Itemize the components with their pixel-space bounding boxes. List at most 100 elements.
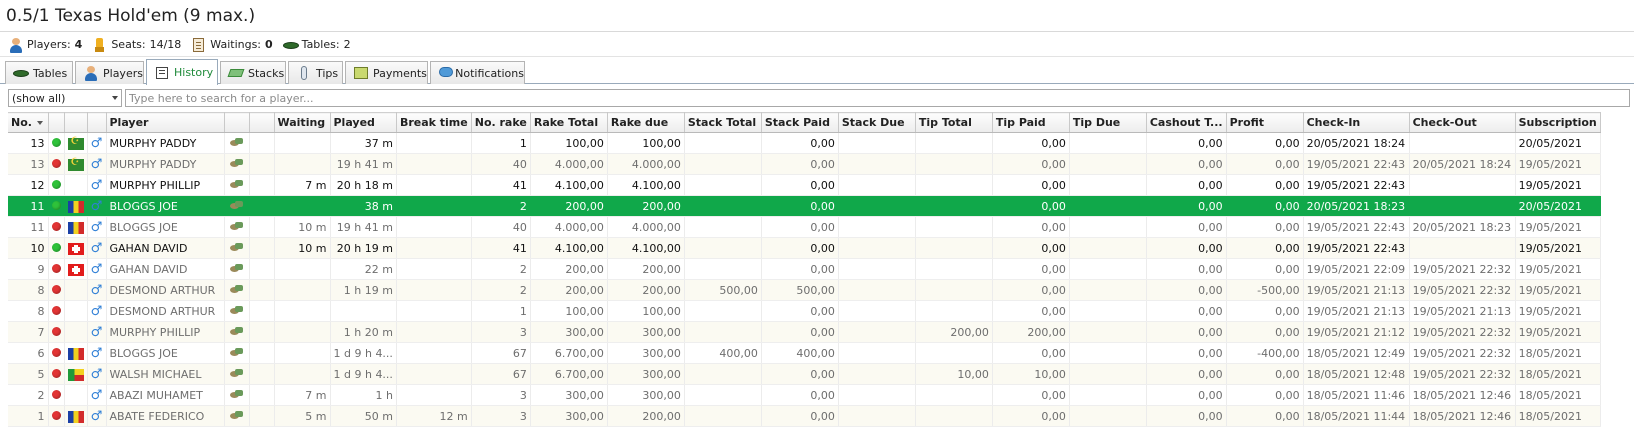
cell-status <box>48 342 65 364</box>
offline-status-icon <box>51 347 61 357</box>
cell-status <box>48 174 65 196</box>
cell-stack-total <box>684 405 762 427</box>
table-row[interactable]: 8 ♂ DESMOND ARTHUR 1 h 19 m 2 200,00 200,00 500… <box>8 279 1601 301</box>
cell-tip-paid: 0,00 <box>992 258 1070 280</box>
filter-bar: (show all) <box>0 86 1634 111</box>
cell-status <box>48 237 65 259</box>
table-row[interactable]: 11 ♂ BLOGGS JOE 10 m 19 h 41 m 40 4.000,00 4.00… <box>8 216 1601 238</box>
col-no-rake[interactable]: No. rake <box>471 112 531 133</box>
tab-stacks[interactable]: Stacks <box>220 61 286 84</box>
col-stack-total[interactable]: Stack Total <box>684 112 762 133</box>
chips-icon[interactable] <box>229 347 244 357</box>
chips-icon[interactable] <box>229 200 244 210</box>
cell-tip-due <box>1069 279 1147 301</box>
col-status[interactable] <box>48 112 65 133</box>
cell-check-in: 18/05/2021 11:46 <box>1303 384 1410 406</box>
tab-payments[interactable]: Payments <box>345 61 428 84</box>
cell-stack-paid: 0,00 <box>761 153 839 175</box>
chips-icon[interactable] <box>229 179 244 189</box>
cell-flag <box>64 195 88 217</box>
col-rake-due[interactable]: Rake due <box>607 112 685 133</box>
male-icon: ♂ <box>90 324 103 340</box>
male-icon: ♂ <box>90 408 103 424</box>
table-row[interactable]: 2 ♂ ABAZI MUHAMET 7 m1 h 3 300,00 300,00 0,00 0,… <box>8 384 1601 406</box>
chips-icon[interactable] <box>229 158 244 168</box>
cell-subscription: 18/05/2021 <box>1515 342 1601 364</box>
history-grid[interactable]: No. Player Waiting Played Break time No.… <box>8 112 1634 441</box>
cell-stack-paid: 0,00 <box>761 132 839 154</box>
tab-tips[interactable]: Tips <box>288 61 343 84</box>
cell-chips <box>224 216 250 238</box>
col-cashout-total[interactable]: Cashout T... <box>1146 112 1227 133</box>
cell-stack-due <box>838 153 916 175</box>
chevron-down-icon[interactable] <box>112 96 118 100</box>
col-check-out[interactable]: Check-Out <box>1409 112 1516 133</box>
cell-waiting <box>274 321 331 343</box>
chips-icon[interactable] <box>229 221 244 231</box>
cell-break-time <box>396 300 472 322</box>
chips-icon[interactable] <box>229 389 244 399</box>
col-subscription[interactable]: Subscription <box>1515 112 1601 133</box>
cell-played: 38 m <box>330 195 397 217</box>
cell-status <box>48 216 65 238</box>
table-row[interactable]: 1 ♂ ABATE FEDERICO 5 m 50 m 12 m 3 300,00 200,00… <box>8 405 1601 427</box>
col-stack-paid[interactable]: Stack Paid <box>761 112 839 133</box>
col-tip-paid[interactable]: Tip Paid <box>992 112 1070 133</box>
col-chips[interactable] <box>224 112 250 133</box>
col-waiting[interactable]: Waiting <box>274 112 331 133</box>
tab-history[interactable]: History <box>146 59 218 85</box>
chips-icon[interactable] <box>229 137 244 147</box>
cell-player: MURPHY PHILLIP <box>106 174 225 196</box>
tab-notifications[interactable]: Notifications <box>430 61 525 84</box>
tips-icon <box>296 65 312 81</box>
col-player[interactable]: Player <box>106 112 225 133</box>
col-check-in[interactable]: Check-In <box>1303 112 1410 133</box>
cell-chips <box>224 300 250 322</box>
cell-stack-due <box>838 279 916 301</box>
tab-players[interactable]: Players <box>75 61 144 84</box>
col-extra[interactable] <box>249 112 275 133</box>
table-row[interactable]: 6 ♂ BLOGGS JOE 1 d 9 h 4... 67 6.700,00 300,00… <box>8 342 1601 364</box>
table-row[interactable]: 11 ♂ BLOGGS JOE 38 m 2 200,00 200,00 0,00 0,00 0,… <box>8 195 1601 217</box>
chips-icon[interactable] <box>229 305 244 315</box>
cell-gender: ♂ <box>87 132 107 154</box>
col-tip-due[interactable]: Tip Due <box>1069 112 1147 133</box>
chips-icon[interactable] <box>229 242 244 252</box>
col-profit[interactable]: Profit <box>1226 112 1304 133</box>
filter-select[interactable]: (show all) <box>8 89 122 107</box>
col-gender[interactable] <box>87 112 107 133</box>
cell-cashout-total: 0,00 <box>1146 300 1227 322</box>
col-break-time[interactable]: Break time <box>396 112 472 133</box>
chips-icon[interactable] <box>229 368 244 378</box>
col-rake-total[interactable]: Rake Total <box>530 112 608 133</box>
table-row[interactable]: 12 ♂ MURPHY PHILLIP 7 m 20 h 18 m 41 4.100,00 4… <box>8 174 1601 196</box>
mauritania-flag-icon <box>67 136 84 150</box>
chips-icon[interactable] <box>229 410 244 420</box>
table-row[interactable]: 7 ♂ MURPHY PHILLIP 1 h 20 m 3 300,00 300,00 0,0… <box>8 321 1601 343</box>
switzerland-flag-icon <box>67 242 84 255</box>
table-row[interactable]: 8 ♂ DESMOND ARTHUR 1 100,00 100,00 0,00 0,00 0,0… <box>8 300 1601 322</box>
cell-stack-due <box>838 300 916 322</box>
player-search-input[interactable] <box>125 89 1630 107</box>
cell-stack-due <box>838 132 916 154</box>
chips-icon[interactable] <box>229 284 244 294</box>
chips-icon[interactable] <box>229 326 244 336</box>
col-stack-due[interactable]: Stack Due <box>838 112 916 133</box>
tab-tables[interactable]: Tables <box>5 61 73 84</box>
table-row[interactable]: 13♂MURPHY PADDY19 h 41 m404.000,004.000,… <box>8 153 1601 175</box>
cell-rake-total: 200,00 <box>530 258 608 280</box>
cell-no-rake: 41 <box>471 174 531 196</box>
table-row[interactable]: 5 ♂ WALSH MICHAEL 1 d 9 h 4... 67 6.700,00 300… <box>8 363 1601 385</box>
cell-cashout-total: 0,00 <box>1146 132 1227 154</box>
cell-waiting <box>274 342 331 364</box>
table-row[interactable]: 9 ♂ GAHAN DAVID 22 m 2 200,00 200,00 0,00 0,00 0,… <box>8 258 1601 280</box>
cell-tip-total: 200,00 <box>915 321 993 343</box>
cell-tip-due <box>1069 174 1147 196</box>
table-row[interactable]: 10 ♂ GAHAN DAVID 10 m 20 h 19 m 41 4.100,00 4.1… <box>8 237 1601 259</box>
chips-icon[interactable] <box>229 263 244 273</box>
col-tip-total[interactable]: Tip Total <box>915 112 993 133</box>
col-flag[interactable] <box>64 112 88 133</box>
table-row[interactable]: 13♂MURPHY PADDY37 m1100,00100,000,000,00… <box>8 132 1601 154</box>
col-played[interactable]: Played <box>330 112 397 133</box>
col-no[interactable]: No. <box>8 112 49 133</box>
